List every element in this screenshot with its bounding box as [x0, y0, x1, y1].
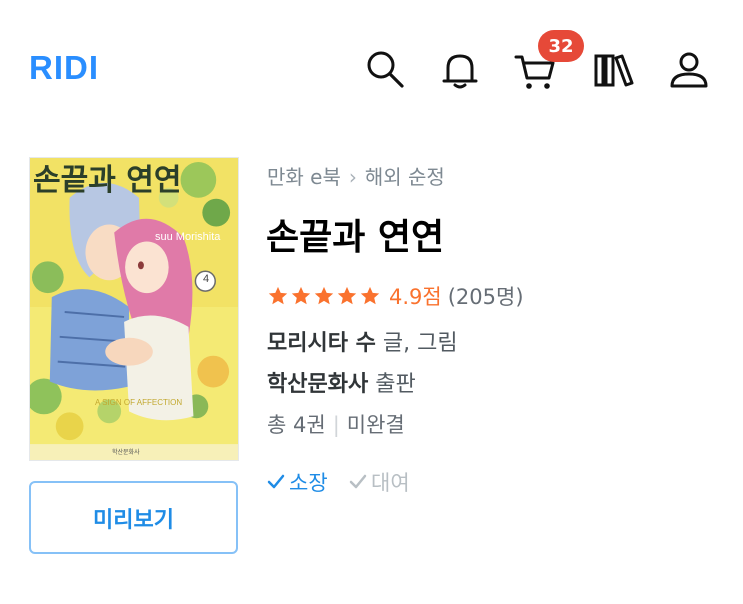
publisher-name[interactable]: 학산문화사 — [267, 372, 368, 397]
rent-option[interactable]: 대여 — [349, 467, 410, 497]
star-icon — [337, 286, 357, 305]
meta-divider: | — [332, 413, 340, 437]
search-icon[interactable] — [362, 46, 408, 92]
ridi-logo[interactable]: RIDI — [29, 49, 99, 87]
star-icon — [268, 286, 288, 305]
cover-publisher-mark: 학산문화사 — [112, 449, 140, 456]
completion-status: 미완결 — [346, 413, 405, 437]
user-icon[interactable] — [666, 46, 712, 92]
star-rating — [267, 285, 381, 307]
breadcrumb: 만화 e북 › 해외 순정 — [267, 161, 445, 190]
library-icon[interactable] — [591, 46, 637, 92]
series-meta: 총 4권 | 미완결 — [267, 409, 405, 439]
preview-button[interactable]: 미리보기 — [29, 481, 238, 554]
own-option-label: 소장 — [289, 471, 328, 495]
book-cover[interactable] — [29, 157, 239, 461]
star-icon — [314, 286, 334, 305]
breadcrumb-subcategory[interactable]: 해외 순정 — [365, 165, 445, 189]
cover-author: suu Morishita — [155, 231, 221, 243]
rent-option-label: 대여 — [371, 471, 410, 495]
rating: 4.9점 (205명) — [267, 281, 524, 311]
breadcrumb-category[interactable]: 만화 e북 — [267, 165, 341, 189]
own-option[interactable]: 소장 — [267, 467, 328, 497]
author-role: 글, 그림 — [382, 331, 458, 356]
book-title: 손끝과 연연 — [266, 217, 445, 258]
publisher-line: 학산문화사 출판 — [267, 366, 416, 398]
author-name[interactable]: 모리시타 수 — [267, 331, 376, 356]
cover-volume-number: 4 — [202, 273, 210, 285]
check-icon — [349, 474, 367, 489]
check-icon — [267, 474, 285, 489]
breadcrumb-separator-icon: › — [348, 165, 357, 189]
author-line: 모리시타 수 글, 그림 — [267, 325, 458, 357]
publisher-role: 출판 — [375, 372, 416, 397]
cart-count-badge: 32 — [538, 30, 584, 62]
volume-count: 총 4권 — [267, 413, 326, 437]
rating-score: 4.9점 — [389, 285, 442, 309]
star-icon — [291, 286, 311, 305]
rating-count: (205명) — [447, 285, 524, 309]
star-icon — [360, 286, 380, 305]
cover-title: 손끝과 연연 — [33, 163, 182, 198]
bell-icon[interactable] — [437, 46, 483, 92]
cover-subtitle: A SIGN OF AFFECTION — [95, 398, 183, 407]
